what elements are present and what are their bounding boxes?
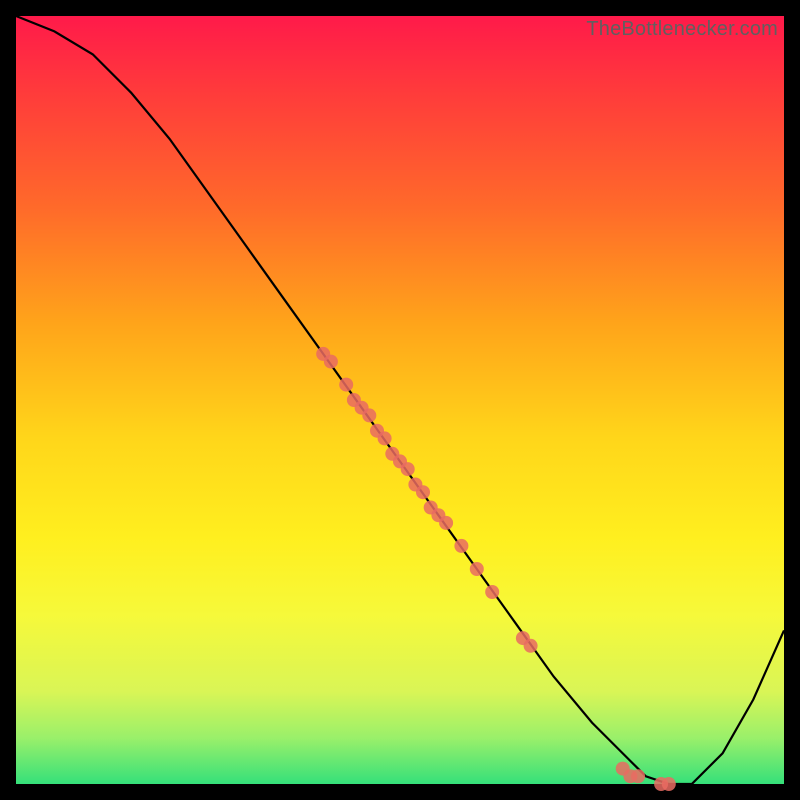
marker-point <box>662 777 676 791</box>
marker-point <box>324 355 338 369</box>
marker-point <box>439 516 453 530</box>
marker-point <box>454 539 468 553</box>
bottleneck-curve <box>16 16 784 784</box>
marker-point <box>631 769 645 783</box>
chart-svg <box>16 16 784 784</box>
chart-stage: TheBottlenecker.com <box>0 0 800 800</box>
marker-point <box>401 462 415 476</box>
marker-point <box>470 562 484 576</box>
marker-point <box>362 408 376 422</box>
chart-plot-area: TheBottlenecker.com <box>16 16 784 784</box>
marker-point <box>485 585 499 599</box>
marker-point <box>339 378 353 392</box>
marker-point <box>416 485 430 499</box>
marker-point <box>378 431 392 445</box>
marker-point <box>524 639 538 653</box>
marker-group <box>316 347 676 791</box>
